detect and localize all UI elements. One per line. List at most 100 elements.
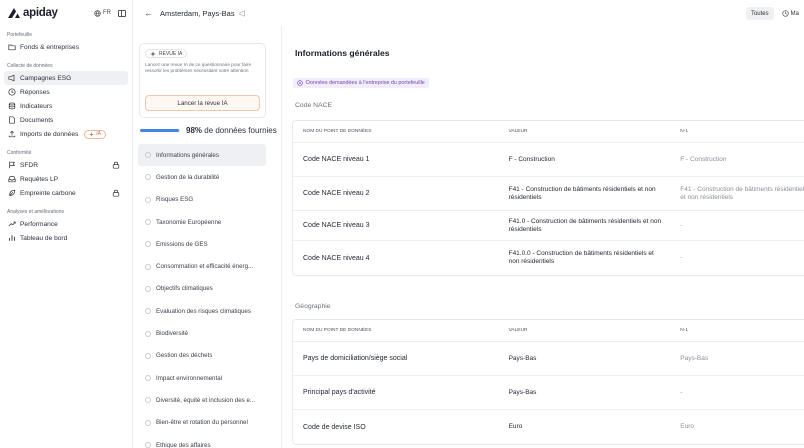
megaphone-icon [8,74,16,82]
sidebar-section-label: Analyses et améliorations [7,209,64,215]
folder-icon [8,44,16,51]
table-row[interactable]: Code NACE niveau 2 F41 - Construction de … [293,177,804,211]
progress-bar-fill [140,128,180,132]
status-circle-icon [145,397,151,404]
logo[interactable]: apiday [7,7,58,19]
megaphone-icon [239,9,245,17]
section-item-diversite-equite-et-inclusion-des-e[interactable]: Diversité, équité et inclusion des e... [138,389,266,411]
datapoint-previous-value: - [680,254,683,261]
sidebar-item-label: Imports de données [20,130,79,138]
ai-review-card: REVUE IA Lancez une revue IA de ce quest… [139,43,266,118]
section-item-gestion-des-dechets[interactable]: Gestion des déchets [138,345,266,367]
language-switch[interactable]: FR [94,9,111,17]
section-item-consommation-et-efficacite-energ[interactable]: Consommation et efficacité énerg... [138,255,266,277]
building-icon [297,80,303,86]
sidebar-item-label: Indicateurs [20,102,53,110]
table-row[interactable]: Code de devise ISO Euro Euro [293,410,804,444]
sidebar-item-performance[interactable]: Performance [4,217,128,231]
section-item-label: Émissions de GES [156,240,208,248]
datapoint-name: Code NACE niveau 4 [303,254,370,262]
group-title-geographie: Géographie [295,303,331,310]
datapoint-previous-value: F41 - Construction de bâtiments résident… [680,185,804,201]
sidebar-item-empreinte-carbone[interactable]: Empreinte carbone [4,186,128,200]
lock-icon [112,161,120,169]
section-item-emissions-de-ges[interactable]: Émissions de GES [138,233,266,255]
table-header: Nom du point de données Valeur N-1 [293,320,804,342]
table-row[interactable]: Pays de domiciliation/siège social Pays-B… [293,342,804,376]
folder-icon [8,43,16,51]
section-item-bien-etre-et-rotation-du-personnel[interactable]: Bien-être et rotation du personnel [138,412,266,434]
sidebar-section-label: Conformité [7,150,32,156]
datapoint-name: Code NACE niveau 2 [303,190,370,197]
clock-icon [782,10,789,17]
trend-icon [8,221,16,227]
sidebar-item-indicateurs[interactable]: Indicateurs [4,99,128,113]
bar-chart-icon [9,235,15,241]
datapoint-previous-value: Pays-Bas [680,354,709,362]
requested-data-label: Données demandées à l'entreprise du port… [306,80,425,86]
back-arrow-icon[interactable]: ← [144,8,153,18]
table-row[interactable]: Code NACE niveau 4 F41.0.0 - Construction… [293,241,804,275]
datapoint-name: Code NACE niveau 1 [303,156,370,163]
sidebar-item-campagnes-esg[interactable]: Campagnes ESG [4,71,128,85]
sidebar-item-requetes-lp[interactable]: Requêtes LP [4,172,128,186]
status-circle-icon [145,419,151,426]
main-content: Informations générales Données demandées… [281,26,804,448]
sidebar-nav: Portefeuille Fonds & entreprises Collecte … [0,30,132,245]
progress-bar [140,128,180,132]
sidebar-item-label: Requêtes LP [20,175,59,183]
status-circle-icon [145,442,151,448]
completion-progress: 98% de données fournies [140,125,278,135]
sidebar-collapse-icon[interactable] [118,9,126,17]
datapoint-value: F41.0 - Construction de bâtiments réside… [508,217,662,233]
table-row[interactable]: Principal pays d'activité Pays-Bas - [293,376,804,410]
lock-icon [112,189,120,197]
status-circle-icon [145,219,151,226]
inbox-icon [8,176,16,183]
launch-ai-review-button[interactable]: Lancer la revue IA [145,95,260,111]
progress-text: 98% de données fournies [186,126,277,135]
document-icon [8,116,16,124]
section-item-label: Informations générales [156,151,219,159]
trend-icon [8,220,16,228]
section-item-ethique-des-affaires[interactable]: Éthique des affaires [138,434,266,448]
section-item-evaluation-des-risques-climatiques[interactable]: Évaluation des risques climatiques [138,300,266,322]
database-icon [8,102,16,110]
table-row[interactable]: Code NACE niveau 1 F - Construction F - Co… [293,143,804,177]
flag-icon [9,161,16,169]
datapoint-value: F41 - Construction de bâtiments résident… [508,185,656,201]
table-header: Nom du point de données Valeur N-1 [293,121,804,143]
sidebar-item-label: Performance [20,220,58,228]
section-item-impact-environnemental[interactable]: Impact environnemental [138,367,266,389]
sidebar-item-sfdr[interactable]: SFDR [4,158,128,172]
section-item-label: Consommation et efficacité énerg... [156,263,254,271]
section-item-gestion-de-la-durabilite[interactable]: Gestion de la durabilité [138,166,266,188]
filter-all-button[interactable]: Toutes [745,7,774,20]
sidebar-item-imports-de-donnees[interactable]: Imports de données IA [4,127,128,141]
filter-mine-button[interactable]: Ma [777,7,804,20]
table-row[interactable]: Code NACE niveau 3 F41.0 - Construction d… [293,211,804,241]
sidebar-item-tableau-de-bord[interactable]: Tableau de bord [4,231,128,245]
sidebar-item-fonds-entreprises[interactable]: Fonds & entreprises [4,40,128,54]
status-circle-icon [145,241,151,248]
datapoint-value: F - Construction [508,155,555,163]
sidebar-item-reponses[interactable]: Réponses [4,85,128,99]
sidebar-item-documents[interactable]: Documents [4,113,128,127]
sidebar-item-label: Réponses [20,88,50,96]
status-circle-icon [145,152,151,159]
status-circle-icon [145,174,151,181]
section-item-informations-generales[interactable]: Informations générales [138,144,266,167]
status-circle-icon [145,263,151,270]
data-table-geographie: Nom du point de données Valeur N-1 Pays de … [292,319,804,445]
sidebar-item-label: Campagnes ESG [20,74,72,82]
section-item-risques-esg[interactable]: Risques ESG [138,189,266,211]
datapoint-previous-value: Euro [680,423,695,430]
status-circle-icon [145,375,151,382]
globe-icon [94,9,101,17]
section-item-biodiversite[interactable]: Biodiversité [138,322,266,344]
section-item-taxonomie-europeenne[interactable]: Taxonomie Européenne [138,211,266,233]
section-item-objectifs-climatiques[interactable]: Objectifs climatiques [138,278,266,300]
column-header: N-1 [680,129,688,134]
ai-review-tag-label: REVUE IA [159,50,183,57]
ai-review-description: Lancez une revue IA de ce questionnaire … [145,61,252,73]
